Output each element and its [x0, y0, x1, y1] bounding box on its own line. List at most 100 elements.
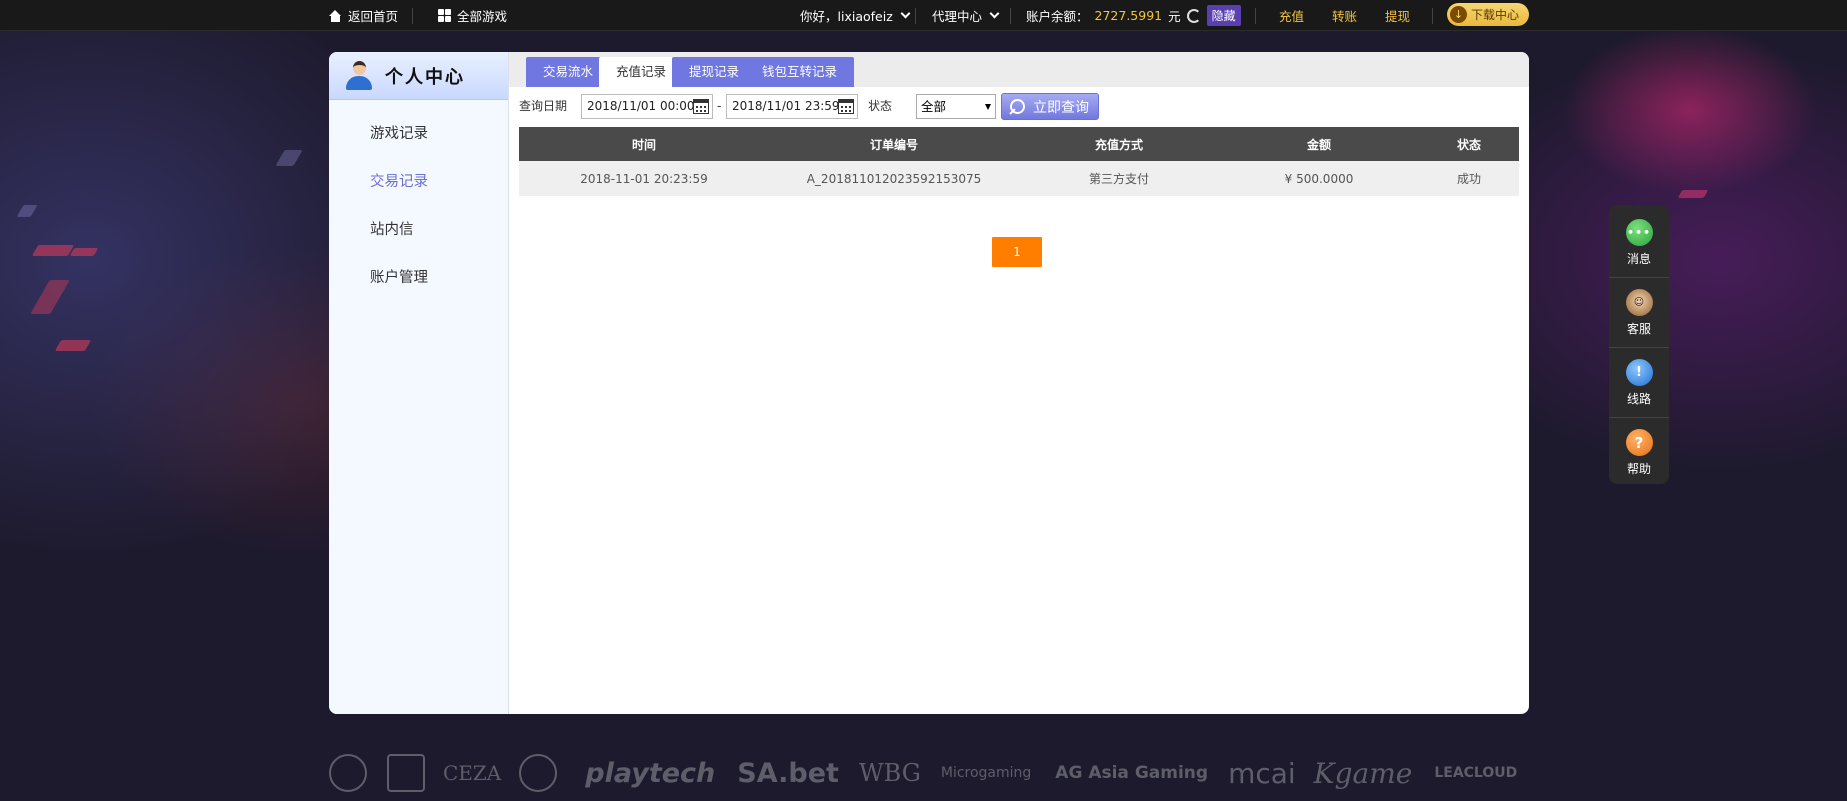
withdraw-link[interactable]: 提现 — [1385, 0, 1410, 31]
background-decoration — [69, 248, 99, 256]
dropdown-arrow-icon — [985, 104, 991, 110]
float-item-label: 客服 — [1626, 321, 1651, 336]
filter-bar: 查询日期 2018/11/01 00:00 - 2018/11/01 23:59… — [519, 93, 1519, 120]
customer-service-icon: ☺ — [1625, 288, 1653, 316]
status-select[interactable]: 全部 — [916, 94, 996, 119]
column-header: 订单编号 — [769, 127, 1019, 161]
partner-crest-logo — [387, 754, 425, 792]
partner-logo: Microgaming — [940, 765, 1032, 781]
column-header: 状态 — [1419, 127, 1519, 161]
divider — [1255, 8, 1256, 24]
chevron-down-icon — [989, 8, 1000, 19]
message-icon: ••• — [1625, 218, 1653, 246]
download-icon: ↓ — [1450, 6, 1467, 23]
date-range-dash: - — [717, 99, 722, 113]
download-center-label: 下载中心 — [1471, 8, 1520, 22]
help-icon: ? — [1625, 429, 1653, 456]
background-decoration — [1677, 190, 1709, 198]
route-icon: ! — [1625, 358, 1653, 386]
greeting-text: 你好，lixiaofeiz — [800, 9, 893, 24]
partner-logo: AG Asia Gaming — [1055, 763, 1209, 783]
download-center-button[interactable]: ↓ 下载中心 — [1447, 3, 1529, 26]
pagination-page-button[interactable]: 1 — [992, 237, 1042, 267]
sidebar: 个人中心 游戏记录 交易记录 站内信 账户管理 — [329, 52, 509, 714]
tab-wallet-transfer-records[interactable]: 钱包互转记录 — [745, 57, 855, 87]
sidebar-item-messages[interactable]: 站内信 — [329, 206, 508, 254]
status-label: 状态 — [868, 99, 893, 113]
background-decoration — [16, 205, 38, 217]
tab-withdraw-records[interactable]: 提现记录 — [672, 57, 757, 87]
column-header: 充值方式 — [1019, 127, 1219, 161]
table-row: 2018-11-01 20:23:59 A_201811012023592153… — [519, 161, 1519, 196]
float-item-customer-service[interactable]: ☺ 客服 — [1609, 278, 1669, 348]
float-item-label: 线路 — [1626, 391, 1651, 406]
partner-logo: LEACLOUD — [1434, 765, 1518, 781]
tabs-bar: 交易流水 充值记录 提现记录 钱包互转记录 — [509, 52, 1529, 87]
divider — [915, 8, 916, 24]
partner-seal-logo — [329, 754, 367, 792]
all-games-label: 全部游戏 — [457, 9, 508, 24]
main-content: 交易流水 充值记录 提现记录 钱包互转记录 查询日期 2018/11/01 00… — [509, 52, 1529, 714]
column-header: 金额 — [1219, 127, 1419, 161]
grid-icon — [438, 9, 451, 22]
background-decoration — [30, 280, 70, 314]
account-balance: 账户余额： 2727.5991 元 隐藏 — [1026, 0, 1241, 31]
sidebar-item-game-records[interactable]: 游戏记录 — [329, 110, 508, 158]
sidebar-item-transaction-records[interactable]: 交易记录 — [329, 158, 508, 206]
table-cell: 2018-11-01 20:23:59 — [519, 161, 769, 196]
start-date-input[interactable]: 2018/11/01 00:00 — [581, 94, 713, 119]
recharge-link[interactable]: 充值 — [1279, 0, 1304, 31]
sidebar-item-account-management[interactable]: 账户管理 — [329, 254, 508, 302]
float-item-route[interactable]: ! 线路 — [1609, 348, 1669, 418]
float-item-label: 帮助 — [1626, 462, 1651, 476]
start-date-value: 2018/11/01 00:00 — [587, 99, 695, 113]
table-cell: ¥ 500.0000 — [1219, 161, 1419, 196]
home-link-label: 返回首页 — [348, 9, 399, 24]
sidebar-header: 个人中心 — [329, 52, 508, 100]
search-icon — [1009, 98, 1025, 115]
home-icon — [329, 9, 342, 22]
chevron-down-icon — [900, 8, 911, 19]
status-select-value: 全部 — [921, 99, 947, 114]
floating-service-panel: ••• 消息 ☺ 客服 ! 线路 ? 帮助 — [1609, 205, 1669, 484]
personal-center-panel: 个人中心 游戏记录 交易记录 站内信 账户管理 交易流水 充值记录 提现记录 钱… — [329, 52, 1529, 714]
tab-recharge-records[interactable]: 充值记录 — [599, 57, 684, 87]
background-decoration — [275, 150, 303, 166]
balance-label: 账户余额： — [1026, 9, 1089, 24]
partner-logo: mcai — [1228, 756, 1296, 790]
balance-value: 2727.5991 — [1094, 8, 1163, 23]
partner-logo: playtech — [585, 757, 716, 789]
partner-logo: CEZA — [443, 761, 502, 785]
user-greeting-dropdown[interactable]: 你好，lixiaofeiz — [800, 0, 911, 31]
query-button[interactable]: 立即查询 — [1001, 93, 1099, 120]
top-navigation-bar: 返回首页 全部游戏 你好，lixiaofeiz 代理中心 账户余额： 2727.… — [0, 0, 1847, 31]
agent-center-label: 代理中心 — [932, 9, 983, 24]
home-link[interactable]: 返回首页 — [329, 0, 398, 31]
background-decoration — [54, 340, 92, 351]
sidebar-menu: 游戏记录 交易记录 站内信 账户管理 — [329, 100, 508, 302]
recharge-records-table: 时间 订单编号 充值方式 金额 状态 2018-11-01 20:23:59 A… — [519, 127, 1519, 196]
refresh-icon[interactable] — [1186, 8, 1201, 23]
table-header-row: 时间 订单编号 充值方式 金额 状态 — [519, 127, 1519, 161]
partner-logo: SA.bet — [737, 757, 839, 789]
table-cell: 成功 — [1419, 161, 1519, 196]
table-cell: A_201811012023592153075 — [769, 161, 1019, 196]
agent-center-dropdown[interactable]: 代理中心 — [932, 0, 1000, 31]
calendar-icon[interactable] — [838, 99, 854, 114]
calendar-icon[interactable] — [693, 99, 709, 114]
partner-logo-strip: CEZA playtech SA.bet WBG Microgaming AG … — [329, 748, 1529, 798]
transfer-link[interactable]: 转账 — [1332, 0, 1357, 31]
date-label: 查询日期 — [519, 99, 568, 113]
float-item-message[interactable]: ••• 消息 — [1609, 208, 1669, 278]
end-date-value: 2018/11/01 23:59 — [732, 99, 840, 113]
tab-transaction-flow[interactable]: 交易流水 — [526, 57, 611, 87]
hide-balance-button[interactable]: 隐藏 — [1206, 5, 1241, 26]
divider — [1432, 8, 1433, 24]
end-date-input[interactable]: 2018/11/01 23:59 — [726, 94, 858, 119]
divider — [412, 8, 413, 24]
partner-logo: Kgame — [1313, 756, 1413, 790]
user-icon — [345, 60, 373, 91]
column-header: 时间 — [519, 127, 769, 161]
all-games-link[interactable]: 全部游戏 — [438, 0, 507, 31]
float-item-help[interactable]: ? 帮助 — [1609, 418, 1669, 488]
